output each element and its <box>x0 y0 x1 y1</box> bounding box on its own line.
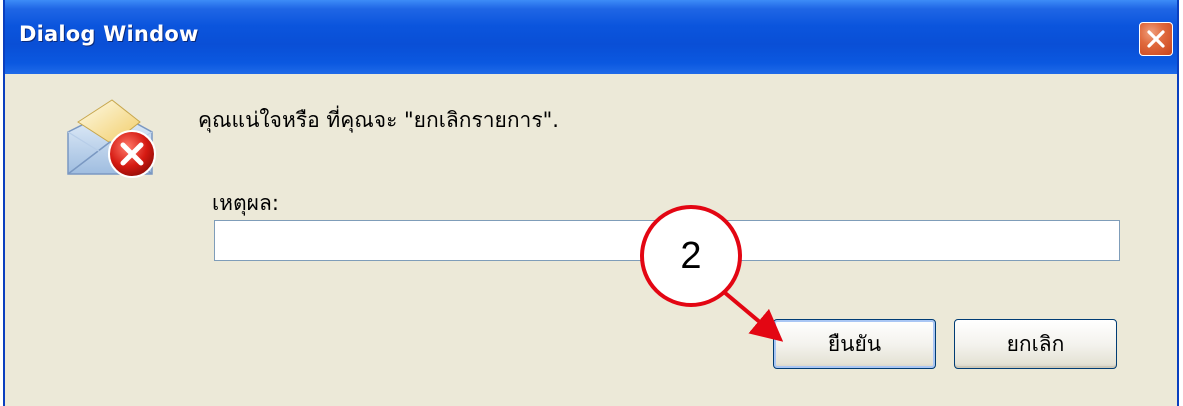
dialog-body: คุณแน่ใจหรือ ที่คุณจะ "ยกเลิกรายการ". เห… <box>5 74 1177 406</box>
step-number: 2 <box>680 234 702 277</box>
close-button[interactable] <box>1139 22 1173 56</box>
mail-error-icon <box>67 99 156 178</box>
confirm-button[interactable]: ยืนยัน <box>773 319 936 369</box>
dialog-window: Dialog Window คุณแน่ใจหรือ ที่คุณจะ "ยกเ… <box>3 0 1179 406</box>
window-title: Dialog Window <box>19 22 199 46</box>
title-bar[interactable]: Dialog Window <box>5 0 1177 74</box>
confirmation-message: คุณแน่ใจหรือ ที่คุณจะ "ยกเลิกรายการ". <box>198 108 559 132</box>
close-icon <box>1147 30 1165 48</box>
cancel-button[interactable]: ยกเลิก <box>954 319 1117 369</box>
reason-label: เหตุผล: <box>212 191 279 215</box>
